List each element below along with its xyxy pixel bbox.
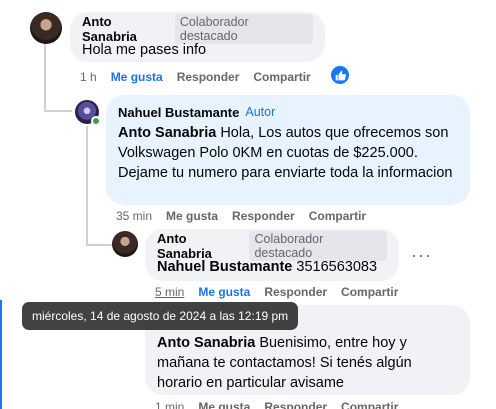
thread-line: [86, 244, 112, 246]
comment-actions: 35 min Me gusta Responder Compartir: [116, 209, 366, 223]
mention-link[interactable]: Anto Sanabria: [118, 125, 216, 141]
more-options-icon[interactable]: ···: [411, 245, 432, 266]
thread-line: [44, 110, 72, 112]
comment-time[interactable]: 1 h: [80, 70, 97, 84]
avatar[interactable]: [30, 12, 62, 44]
online-status-icon: [91, 116, 101, 126]
share-button[interactable]: Compartir: [341, 400, 398, 409]
like-button[interactable]: Me gusta: [111, 70, 163, 84]
thread-line: [86, 126, 88, 246]
comment-bubble: Anto Sanabria Colaborador destacado Hola…: [70, 12, 325, 62]
comment-actions: 1 min Me gusta Responder Compartir: [155, 400, 398, 409]
reply-button[interactable]: Responder: [264, 285, 327, 299]
like-button[interactable]: Me gusta: [166, 209, 218, 223]
comment-text: Nahuel Bustamante 3516563083: [157, 259, 378, 275]
comment-time[interactable]: 5 min: [155, 285, 184, 299]
comment-bubble: Anto Sanabria Colaborador destacado Nahu…: [145, 229, 399, 281]
comment-actions: 1 h Me gusta Responder Compartir: [80, 70, 311, 84]
comment-bubble: Nahuel Bustamante Autor Anto Sanabria Ho…: [106, 95, 470, 205]
comment-time[interactable]: 1 min: [155, 400, 184, 409]
reply-button[interactable]: Responder: [264, 400, 327, 409]
comment-actions: 5 min Me gusta Responder Compartir: [155, 285, 398, 299]
share-button[interactable]: Compartir: [253, 70, 310, 84]
thread-line: [44, 42, 46, 112]
reply-button[interactable]: Responder: [232, 209, 295, 223]
focus-indicator: [0, 300, 2, 409]
timestamp-tooltip: miércoles, 14 de agosto de 2024 a las 12…: [22, 302, 299, 330]
reply-button[interactable]: Responder: [177, 70, 240, 84]
comment-text: Anto Sanabria Hola, Los autos que ofrece…: [118, 125, 453, 181]
thumbs-up-icon[interactable]: [331, 66, 349, 84]
author-badge: Autor: [245, 105, 276, 119]
comment-text: Anto Sanabria Buenisimo, entre hoy y mañ…: [157, 335, 412, 391]
avatar[interactable]: [112, 231, 138, 257]
comment-time[interactable]: 35 min: [116, 209, 152, 223]
like-button[interactable]: Me gusta: [198, 285, 250, 299]
comment-author[interactable]: Nahuel Bustamante: [118, 105, 239, 120]
mention-link[interactable]: Nahuel Bustamante: [157, 259, 292, 275]
mention-link[interactable]: Anto Sanabria: [157, 335, 255, 351]
like-button[interactable]: Me gusta: [198, 400, 250, 409]
share-button[interactable]: Compartir: [341, 285, 398, 299]
share-button[interactable]: Compartir: [309, 209, 366, 223]
